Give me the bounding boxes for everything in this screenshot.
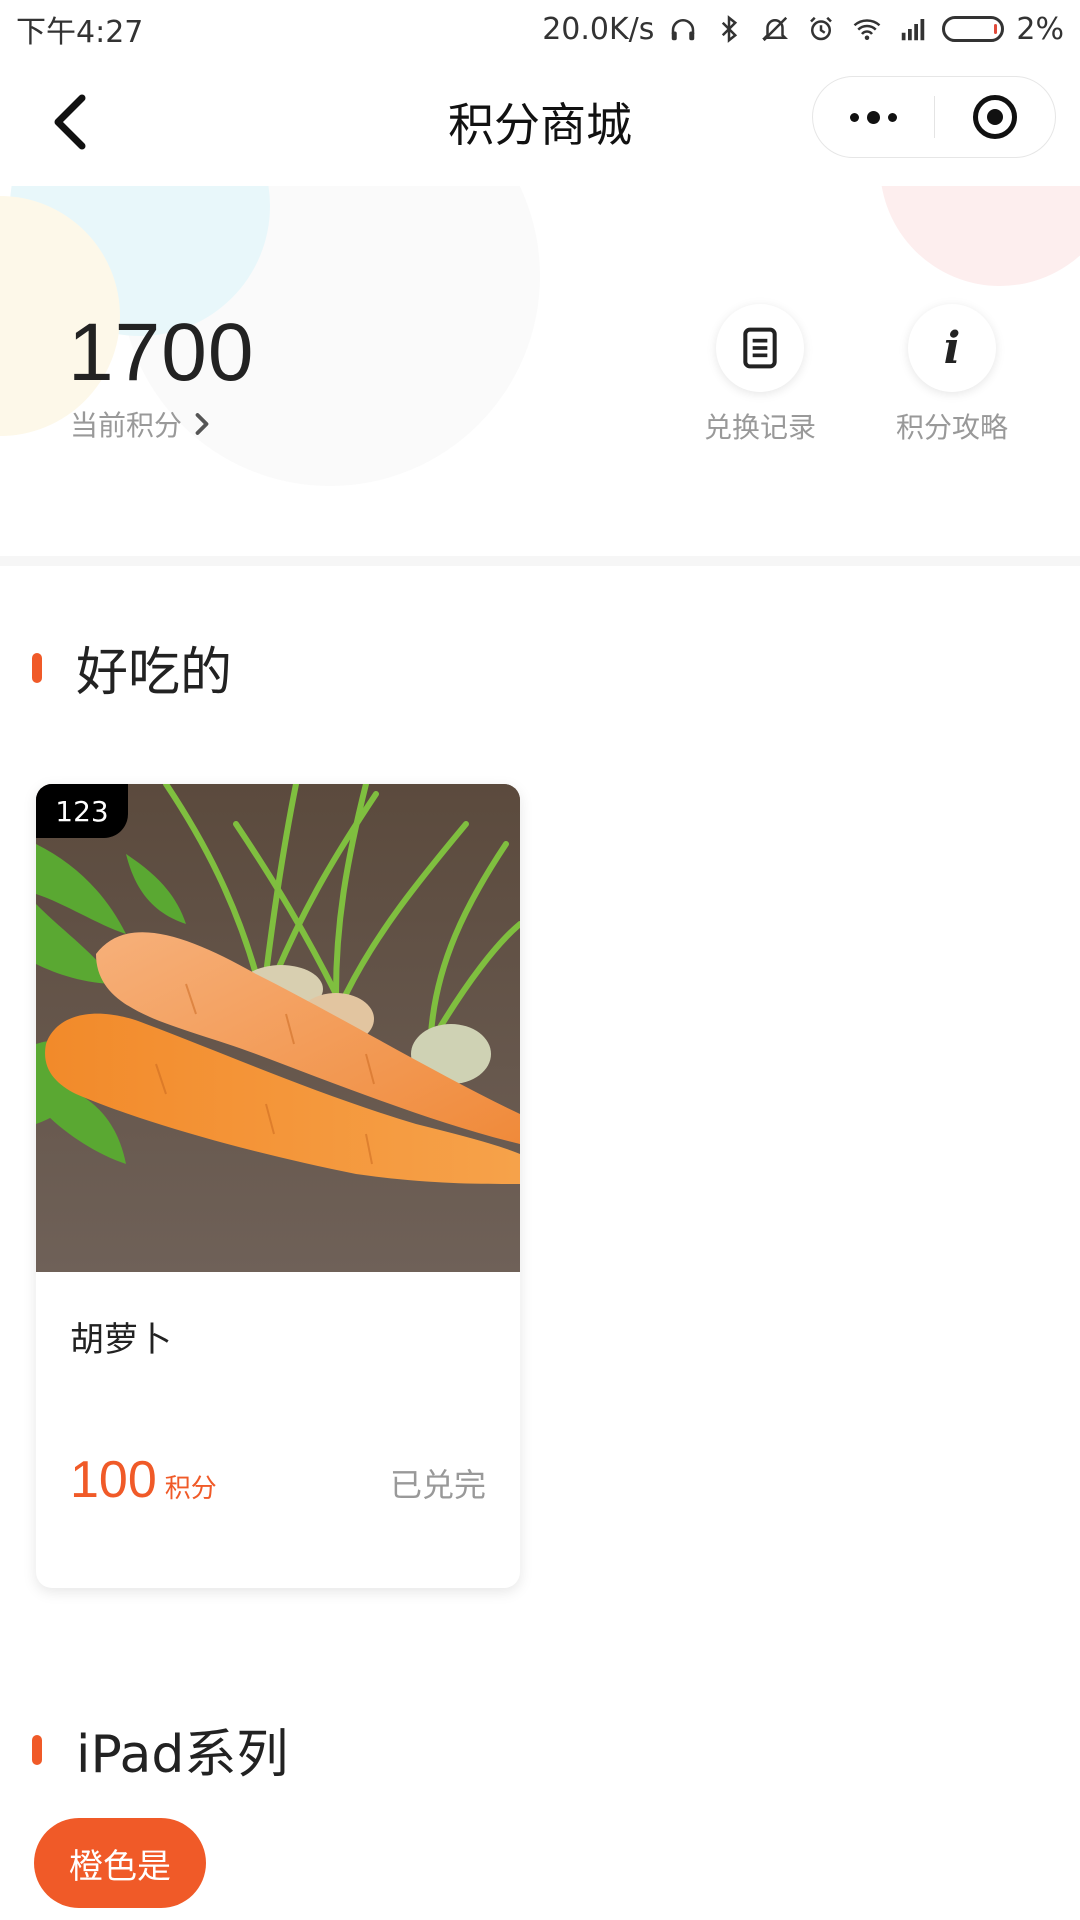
price-value: 100 <box>70 1451 157 1509</box>
redeem-records-button[interactable]: 兑换记录 <box>690 304 830 446</box>
document-icon <box>716 304 804 392</box>
section-accent-bar <box>32 1734 42 1765</box>
status-time: 下午4:27 <box>16 15 144 50</box>
section-title: 好吃的 <box>76 643 233 703</box>
wifi-icon <box>850 14 884 44</box>
decor-blob <box>880 186 1080 286</box>
battery-icon <box>942 16 1005 42</box>
page-title: 积分商城 <box>448 98 632 152</box>
bluetooth-icon <box>712 14 746 44</box>
more-dots-icon <box>849 110 897 124</box>
nav-bar: 积分商城 <box>0 58 1080 186</box>
current-points-label: 当前积分 <box>70 409 183 442</box>
net-speed: 20.0K/s <box>542 11 655 47</box>
headphones-icon <box>666 14 700 44</box>
product-name: 胡萝卜 <box>70 1320 172 1360</box>
section-header: 好吃的 <box>32 630 232 705</box>
signal-icon <box>896 14 930 44</box>
section-header: iPad系列 <box>32 1712 288 1787</box>
chevron-right-icon <box>194 412 210 436</box>
mute-bell-icon <box>758 14 792 44</box>
points-guide-label: 积分攻略 <box>895 411 1008 444</box>
section-accent-bar <box>32 652 42 683</box>
battery-percent: 2% <box>1016 11 1064 47</box>
more-button[interactable] <box>813 77 934 157</box>
price-unit: 积分 <box>164 1474 217 1504</box>
current-points-link[interactable]: 当前积分 <box>70 404 210 444</box>
chevron-left-icon <box>54 94 86 150</box>
section-divider <box>0 556 1080 566</box>
section-title: iPad系列 <box>76 1725 289 1785</box>
alarm-icon <box>804 14 838 44</box>
redeem-records-label: 兑换记录 <box>703 411 816 444</box>
points-guide-button[interactable]: i 积分攻略 <box>882 304 1022 446</box>
stock-badge: 123 <box>36 784 128 838</box>
target-icon <box>972 95 1017 139</box>
points-header: 1700 当前积分 兑换记录 i 积分攻略 <box>0 186 1080 560</box>
back-button[interactable] <box>40 92 100 152</box>
current-points-value: 1700 <box>68 307 255 398</box>
redeem-status: 已兑完 <box>389 1466 486 1504</box>
mini-program-capsule <box>812 76 1056 158</box>
info-icon: i <box>908 304 996 392</box>
close-mini-program-button[interactable] <box>935 77 1056 157</box>
product-card[interactable]: 123 胡萝卜 100 积分 已兑完 <box>36 784 520 1588</box>
category-tag[interactable]: 橙色是 <box>34 1818 206 1908</box>
carrots-photo: 123 <box>36 784 520 1272</box>
status-bar: 下午4:27 20.0K/s 2% <box>0 0 1080 58</box>
product-price: 100 积分 <box>70 1450 217 1510</box>
